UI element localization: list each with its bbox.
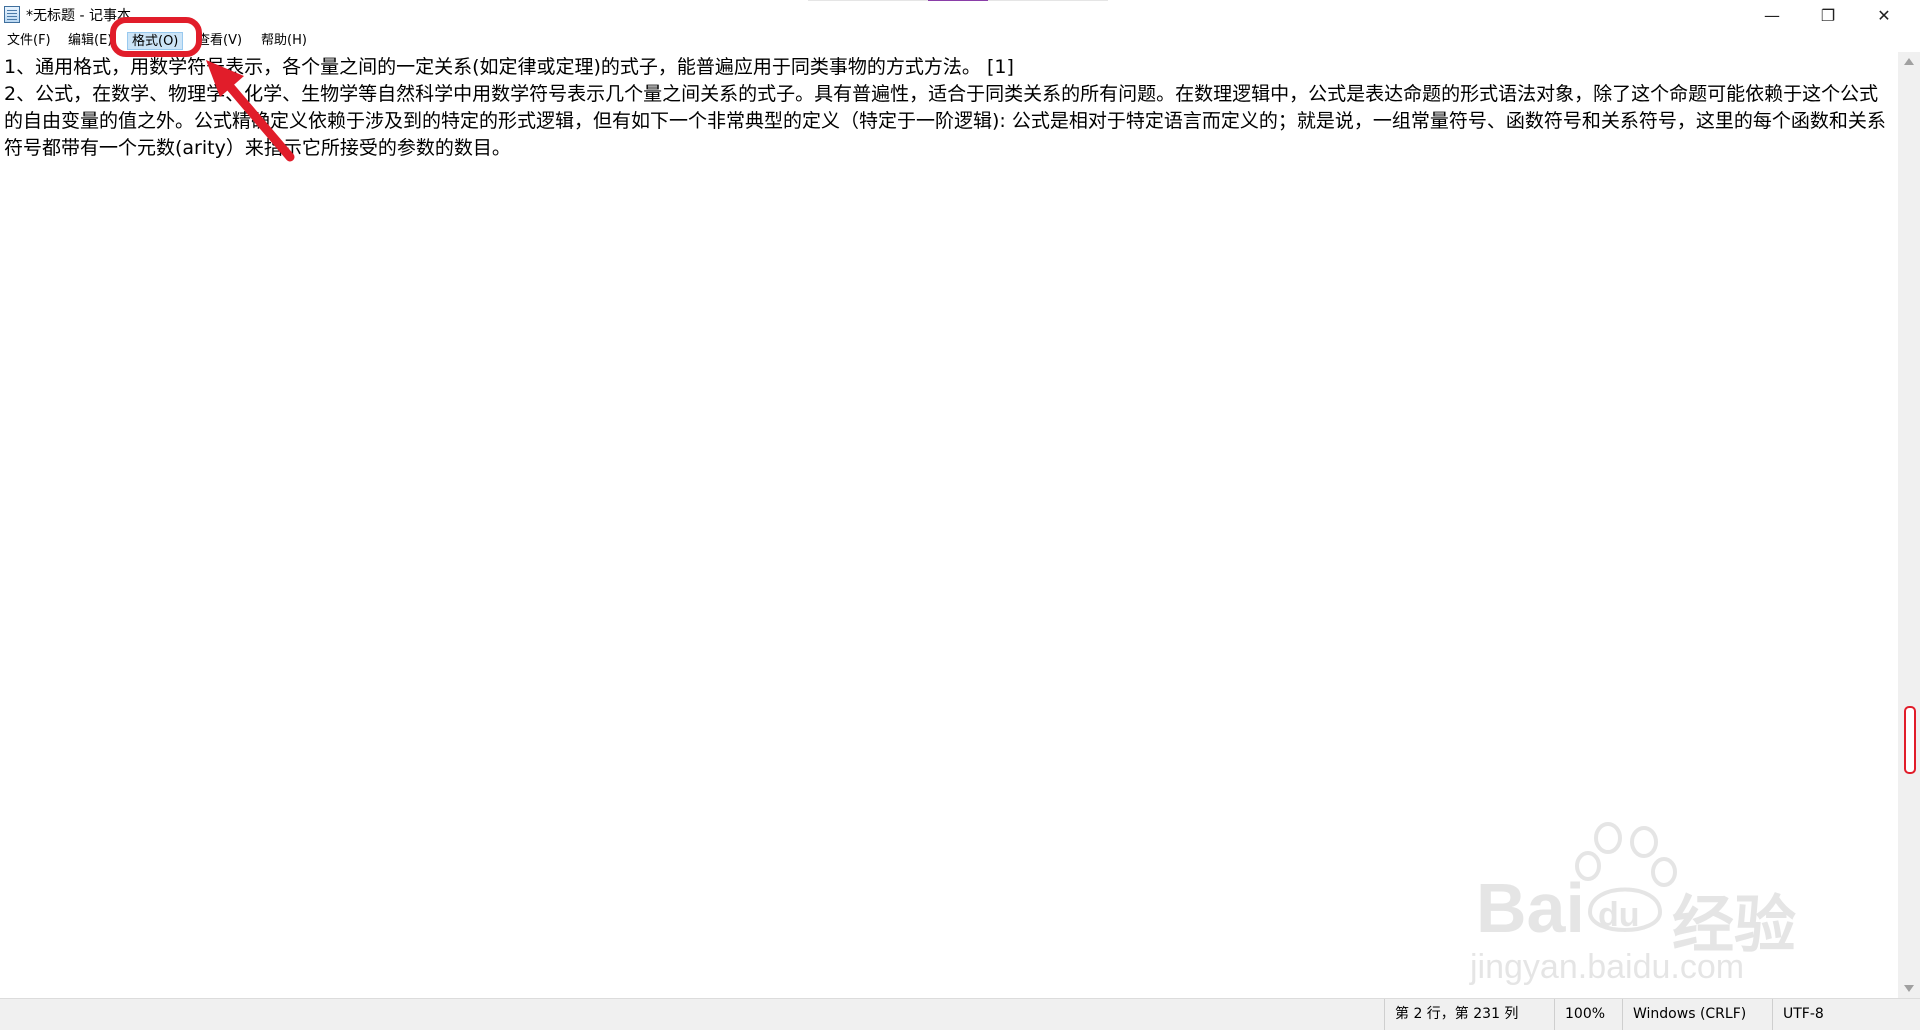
status-encoding: UTF-8 xyxy=(1772,999,1898,1030)
scroll-down-arrow-icon[interactable] xyxy=(1904,985,1914,992)
baidu-jingyan-watermark: Bai du 经验 jingyan.baidu.com xyxy=(1460,820,1840,990)
menu-file[interactable]: 文件(F) xyxy=(7,32,51,50)
watermark-paw-text: du xyxy=(1598,896,1640,934)
watermark-url: jingyan.baidu.com xyxy=(1470,948,1745,986)
menu-view[interactable]: 查看(V) xyxy=(197,32,242,50)
editor-content[interactable]: 1、通用格式，用数学符号表示，各个量之间的一定关系(如定律或定理)的式子，能普遍… xyxy=(4,54,1894,162)
status-line-ending: Windows (CRLF) xyxy=(1622,999,1772,1030)
status-bar: 第 2 行，第 231 列 100% Windows (CRLF) UTF-8 xyxy=(0,998,1920,1030)
menu-bar: 文件(F) 编辑(E) 格式(O) 查看(V) 帮助(H) xyxy=(0,30,1920,52)
minimize-button[interactable]: — xyxy=(1744,0,1800,30)
status-cursor-position: 第 2 行，第 231 列 xyxy=(1384,999,1554,1030)
menu-edit[interactable]: 编辑(E) xyxy=(68,32,112,50)
menu-help[interactable]: 帮助(H) xyxy=(261,32,307,50)
titlebar-accent-mark xyxy=(928,0,988,1)
title-bar: *无标题 - 记事本 — ❐ ✕ xyxy=(0,0,1920,30)
status-zoom: 100% xyxy=(1554,999,1622,1030)
notepad-icon xyxy=(4,6,20,23)
vertical-scrollbar[interactable] xyxy=(1898,52,1920,998)
close-button[interactable]: ✕ xyxy=(1856,0,1912,30)
scrollbar-thumb-annotation[interactable] xyxy=(1904,706,1916,774)
maximize-button[interactable]: ❐ xyxy=(1800,0,1856,30)
watermark-brand: Bai xyxy=(1476,869,1585,947)
annotation-highlight-ring xyxy=(110,17,202,57)
scroll-up-arrow-icon[interactable] xyxy=(1904,58,1914,65)
